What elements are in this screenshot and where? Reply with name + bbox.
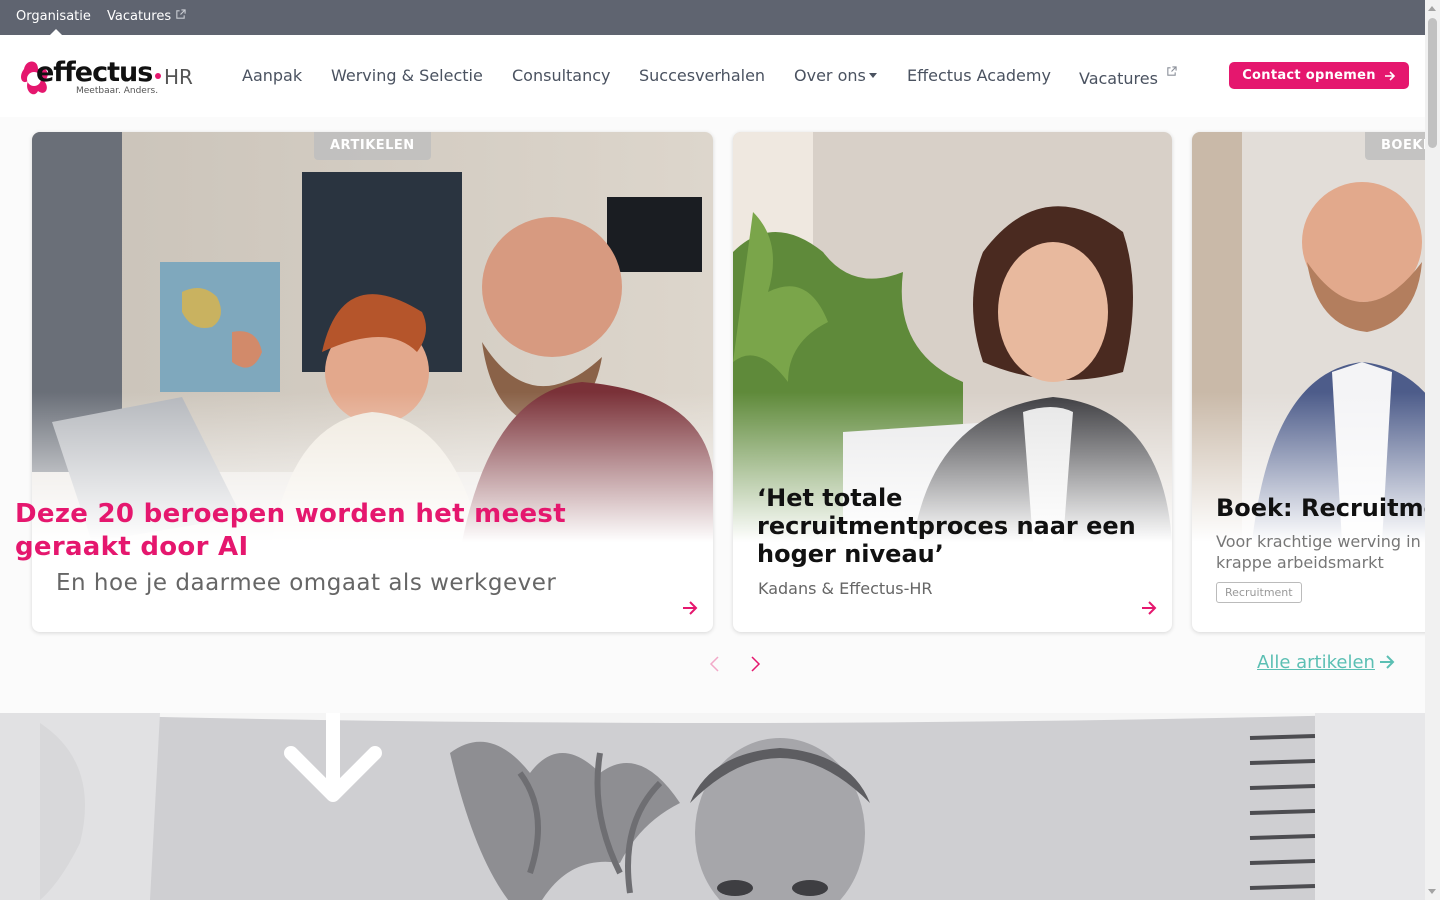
scroll-down-arrow-icon[interactable]: [283, 713, 383, 808]
logo-brand: effectus: [36, 57, 153, 88]
tag-recruitment[interactable]: Recruitment: [1216, 582, 1302, 603]
category-badge: ARTIKELEN: [314, 132, 431, 160]
scroll-thumb[interactable]: [1428, 18, 1437, 148]
nav-aanpak[interactable]: Aanpak: [242, 66, 302, 85]
card-title: Boek: Recruitment: [1216, 494, 1425, 522]
article-card-kadans[interactable]: ‘Het totale recruitmentproces naar een h…: [733, 132, 1172, 632]
category-badge: BOEKEN: [1365, 132, 1425, 160]
nav-vacatures-label: Vacatures: [1079, 69, 1158, 88]
man-portrait-photo: [1192, 132, 1425, 542]
woman-portrait-image: [733, 132, 1172, 542]
woman-portrait-photo: [733, 132, 1172, 542]
nav-effectus-academy[interactable]: Effectus Academy: [907, 66, 1051, 85]
caret-down-icon: [868, 73, 877, 78]
nav-over-ons-label: Over ons: [794, 66, 866, 85]
man-portrait-image: [1192, 132, 1425, 542]
logo-tagline: Meetbaar. Anders.: [76, 86, 159, 96]
vacatures-external-link[interactable]: Vacatures: [107, 9, 186, 24]
nav-werving-selectie[interactable]: Werving & Selectie: [331, 66, 483, 85]
article-card-boek[interactable]: BOEKEN Boek: Recruitment Voor krachtige …: [1192, 132, 1425, 632]
office-meeting-photo: [32, 132, 713, 542]
nav-over-ons[interactable]: Over ons: [794, 66, 877, 85]
card-subtitle: Voor krachtige werving in een krappe arb…: [1216, 532, 1425, 572]
main-navbar: effectus HR Meetbaar. Anders. Aanpak Wer…: [0, 35, 1425, 117]
utility-bar: Organisatie Vacatures: [0, 0, 1425, 35]
logo-dot: [155, 73, 161, 79]
contact-opnemen-button[interactable]: Contact opnemen: [1229, 62, 1409, 89]
external-link-icon: [176, 9, 186, 19]
nav-consultancy[interactable]: Consultancy: [512, 66, 611, 85]
carousel-prev-icon[interactable]: [708, 655, 722, 673]
vacatures-label: Vacatures: [107, 9, 172, 24]
effectus-hr-logo[interactable]: effectus HR Meetbaar. Anders.: [16, 51, 196, 101]
contact-button-label: Contact opnemen: [1242, 68, 1376, 83]
external-link-icon: [1167, 66, 1177, 76]
hero-photo-band: [0, 713, 1425, 900]
arrow-right-icon: [1379, 655, 1395, 669]
page-scrollbar[interactable]: [1425, 0, 1440, 900]
card-title: ‘Het totale recruitmentproces naar een h…: [757, 484, 1136, 568]
grayscale-office-image: [0, 713, 1425, 900]
organisatie-link[interactable]: Organisatie: [16, 9, 91, 24]
scroll-down-icon[interactable]: [1428, 889, 1436, 894]
card-subtitle: En hoe je daarmee omgaat als werkgever: [56, 570, 557, 596]
carousel-next-icon[interactable]: [748, 655, 762, 673]
card-title[interactable]: Deze 20 beroepen worden het meest geraak…: [15, 498, 655, 564]
articles-carousel: ARTIKELEN En hoe je daarmee omgaat als w…: [0, 117, 1425, 713]
office-meeting-image: [32, 132, 713, 542]
arrow-right-icon: [1384, 70, 1395, 81]
alle-artikelen-label: Alle artikelen: [1257, 652, 1375, 673]
scroll-up-icon[interactable]: [1428, 6, 1436, 11]
card-subtitle: Kadans & Effectus-HR: [758, 579, 933, 598]
nav-vacatures[interactable]: Vacatures: [1079, 66, 1177, 88]
arrow-right-icon[interactable]: [682, 601, 698, 615]
logo-suffix: HR: [164, 65, 193, 89]
nav-succesverhalen[interactable]: Succesverhalen: [639, 66, 765, 85]
alle-artikelen-link[interactable]: Alle artikelen: [1257, 652, 1395, 673]
arrow-right-icon[interactable]: [1141, 601, 1157, 615]
